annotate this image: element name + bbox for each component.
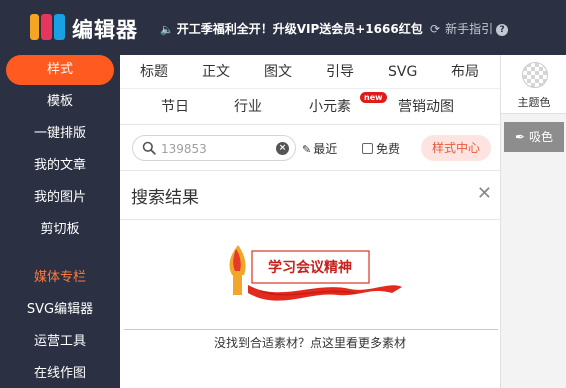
tab-industry[interactable]: 行业 [234,89,262,125]
top-bar: 编辑器 🔈 开工季福利全开！升级VIP送会员+1666红包 ⟳ 新手指引? [0,0,566,55]
tab-guide[interactable]: 引导 [326,55,354,89]
tab-small-elements[interactable]: 小元素 [309,89,351,125]
sidebar-item-clipboard[interactable]: 剪切板 [0,215,120,245]
theme-color-swatch-icon [522,62,548,88]
eyedropper-icon: ✒ [515,130,526,144]
sidebar-item-media-column[interactable]: 媒体专栏 [0,263,120,293]
sidebar: 样式 模板 一键排版 我的文章 我的图片 剪切板 媒体专栏 SVG编辑器 运营工… [0,55,120,388]
free-filter[interactable]: 免费 [362,140,400,157]
tab-festival[interactable]: 节日 [161,89,189,125]
main-panel: 标题 正文 图文 引导 SVG 布局 节日 行业 小元素 new 营销动图 × … [120,55,500,388]
guide-label: 新手指引 [445,22,494,36]
recent-filter[interactable]: ✎ 最近 [302,140,337,157]
study-meeting-banner[interactable]: 学习会议精神 [220,241,410,311]
search-results-header: 搜索结果 ✕ [120,170,500,220]
theme-color-label: 主题色 [517,96,551,109]
eyedropper-label: 吸色 [528,130,553,144]
sidebar-item-my-articles[interactable]: 我的文章 [0,151,120,181]
close-icon[interactable]: ✕ [477,183,492,204]
divider [124,329,498,330]
banner-text: 学习会议精神 [268,259,352,276]
beginner-guide-link[interactable]: ⟳ 新手指引? [430,20,509,37]
search-icon [142,141,156,155]
sidebar-item-one-click-layout[interactable]: 一键排版 [0,119,120,149]
eyedropper-button[interactable]: ✒ 吸色 [504,122,564,152]
filter-bar: × ✎最近 免费 样式中心 [120,125,500,169]
magic-wand-icon: ✎ [302,143,312,156]
category-tabs-row-2: 节日 行业 小元素 new 营销动图 [120,89,500,125]
sidebar-item-templates[interactable]: 模板 [0,87,120,117]
recent-label: 最近 [313,142,338,156]
new-badge: new [360,92,387,103]
tab-svg[interactable]: SVG [388,55,417,89]
theme-color-button[interactable]: 主题色 [501,55,566,114]
logo-icon[interactable] [30,14,66,40]
sidebar-item-my-images[interactable]: 我的图片 [0,183,120,213]
sidebar-item-svg-editor[interactable]: SVG编辑器 [0,295,120,325]
free-label: 免费 [376,142,401,156]
promo-text: 开工季福利全开！升级VIP送会员+1666红包 [176,22,423,36]
search-box[interactable]: × [132,135,296,161]
tab-image-text[interactable]: 图文 [264,55,292,89]
free-checkbox[interactable] [362,143,373,154]
results-title: 搜索结果 [131,188,199,208]
app-name: 编辑器 [72,18,138,42]
tab-body-text[interactable]: 正文 [202,55,230,89]
right-panel: 主题色 ✒ 吸色 [500,55,566,388]
category-tabs-row-1: 标题 正文 图文 引导 SVG 布局 [120,55,500,89]
refresh-icon: ⟳ [430,22,441,36]
sidebar-item-ops-tools[interactable]: 运营工具 [0,327,120,357]
search-input[interactable] [161,140,273,157]
clear-icon[interactable]: × [276,142,289,155]
style-center-button[interactable]: 样式中心 [421,135,491,161]
promo-banner[interactable]: 🔈 开工季福利全开！升级VIP送会员+1666红包 [160,20,423,37]
sidebar-item-styles[interactable]: 样式 [6,55,114,85]
tab-marketing-gifs[interactable]: 营销动图 [398,89,454,125]
tab-title[interactable]: 标题 [140,55,168,89]
more-materials-link[interactable]: 没找到合适素材？点这里看更多素材 [120,334,500,351]
speaker-icon: 🔈 [160,23,174,36]
tab-layout[interactable]: 布局 [451,55,479,89]
question-icon: ? [496,24,509,36]
sidebar-item-online-drawing[interactable]: 在线作图 [0,359,120,388]
